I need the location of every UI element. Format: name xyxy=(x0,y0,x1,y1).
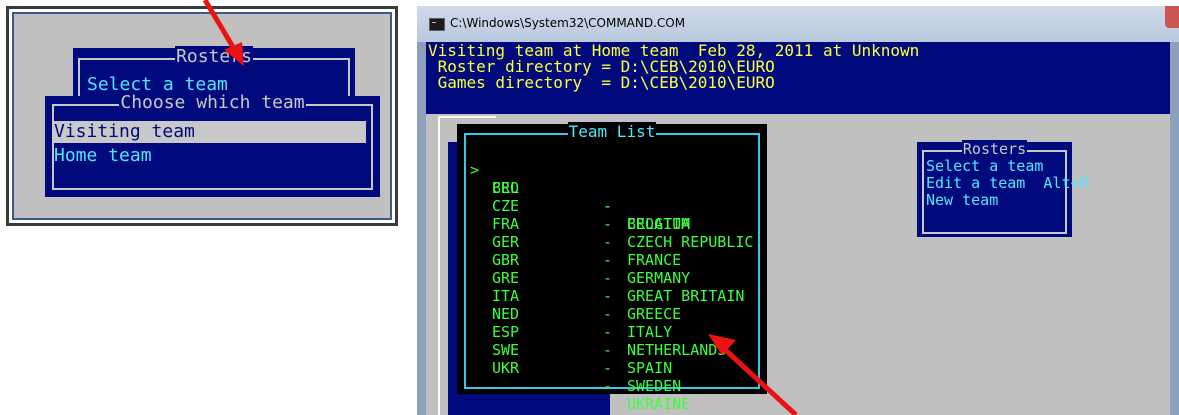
close-button[interactable] xyxy=(1165,6,1179,28)
rosters-menu: Rosters Select a team Edit a team Alt+R … xyxy=(917,140,1089,237)
team-row[interactable]: GER - GERMANY xyxy=(470,215,690,287)
console-area: Visiting team at Home team Feb 28, 2011 … xyxy=(426,42,1170,415)
select-a-team-menu-item[interactable]: Select a team xyxy=(926,158,1043,175)
edit-a-team-menu-item[interactable]: Edit a team Alt+R xyxy=(926,175,1089,192)
team-list-dialog: Team List > BEL - BELGIUM CRO - CROATIA … xyxy=(457,122,767,413)
team-list-title: Team List xyxy=(567,122,657,141)
team-row[interactable]: UKR - UKRAINE xyxy=(470,341,690,413)
choose-team-title: Choose which team xyxy=(119,92,306,113)
header-line-games-dir: Games directory = D:\CEB\2010\EURO xyxy=(428,73,775,92)
window-title: C:\Windows\System32\COMMAND.COM xyxy=(450,16,686,30)
command-window: C:\Windows\System32\COMMAND.COM Visiting… xyxy=(417,6,1179,415)
command-prompt-icon xyxy=(429,18,445,31)
team-row[interactable]: ESP - SPAIN xyxy=(470,305,672,377)
team-row[interactable]: > BEL - BELGIUM xyxy=(470,143,690,233)
team-row[interactable]: GBR - GREAT BRITAIN xyxy=(470,233,744,305)
team-row[interactable]: GRE - GREECE xyxy=(470,251,681,323)
new-team-menu-item[interactable]: New team xyxy=(926,192,998,209)
console-header: Visiting team at Home team Feb 28, 2011 … xyxy=(426,42,1170,114)
rosters-menu-title: Rosters xyxy=(961,140,1028,158)
team-row[interactable]: CRO - CROATIA xyxy=(470,161,690,233)
visiting-team-option[interactable]: Visiting team xyxy=(54,121,366,143)
home-team-option[interactable]: Home team xyxy=(54,145,152,167)
rosters-dialog-title: Rosters xyxy=(175,46,253,67)
team-row[interactable]: NED - NETHERLANDS xyxy=(470,287,726,359)
choose-team-dialog: Choose which team Visiting team Home tea… xyxy=(45,92,380,197)
window-titlebar[interactable]: C:\Windows\System32\COMMAND.COM xyxy=(417,6,1179,42)
left-screenshot-panel: Rosters Select a team Choose which team … xyxy=(6,6,398,226)
team-row[interactable]: CZE - CZECH REPUBLIC xyxy=(470,179,753,251)
team-row[interactable]: FRA - FRANCE xyxy=(470,197,681,269)
dos-screen-left: Rosters Select a team Choose which team … xyxy=(14,14,390,218)
team-row[interactable]: SWE - SWEDEN xyxy=(470,323,681,395)
team-row[interactable]: ITA - ITALY xyxy=(470,269,672,341)
